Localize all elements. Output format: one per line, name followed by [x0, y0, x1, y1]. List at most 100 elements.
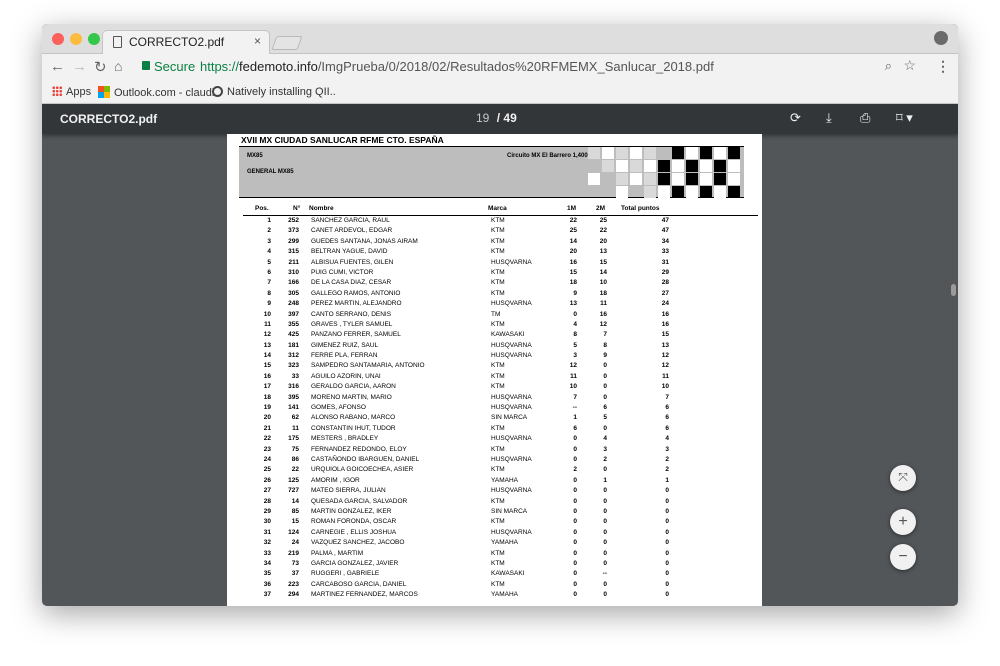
cell-number: 86 [291, 455, 299, 463]
table-row: 25 22 URQUIOLA GOICOECHEA, ASIER KTM 2 0 2 [227, 466, 762, 476]
cell-1m: 14 [569, 237, 577, 245]
cell-total: 34 [661, 237, 669, 245]
back-icon[interactable]: ← [50, 58, 65, 75]
close-window-button[interactable] [52, 33, 64, 45]
cell-pos: 14 [263, 352, 271, 360]
table-row: 7 166 DE LA CASA DIAZ, CESAR KTM 18 10 28 [227, 279, 762, 289]
cell-pos: 1 [267, 217, 271, 224]
current-page-input[interactable]: 19 [476, 111, 489, 125]
home-icon[interactable]: ⌂ [114, 58, 122, 74]
cell-total: 7 [665, 393, 669, 401]
cell-1m: 0 [573, 507, 577, 515]
table-row: 3 299 GUEDES SANTANA, JONAS AIRAM KTM 14 20 34 [227, 238, 762, 248]
cell-number: 37 [291, 570, 299, 578]
cell-brand: KTM [491, 237, 505, 245]
cell-name: CARCABOSO GARCIA, DANIEL [311, 580, 407, 588]
rotate-icon[interactable]: ⟳ [790, 110, 801, 126]
table-row: 17 316 GERALDO GARCIA, AARON KTM 10 0 10 [227, 383, 762, 393]
page-separator: / [496, 111, 501, 125]
cell-name: PALMA , MARTIM [311, 549, 364, 557]
apps-icon [52, 86, 62, 96]
reload-icon[interactable]: ↻ [94, 58, 107, 76]
bookmark-menu-icon[interactable]: ⌑ ▾ [896, 110, 913, 126]
cell-pos: 9 [267, 300, 271, 308]
table-row: 24 86 CASTAÑONDO IBARGUEN, DANIEL HUSQVARNA… [227, 456, 762, 466]
cell-name: PEREZ MARTIN, ALEJANDRO [311, 300, 402, 308]
cell-pos: 16 [263, 372, 271, 380]
cell-brand: SIN MARCA [491, 507, 528, 515]
cell-total: 24 [661, 300, 669, 308]
cell-1m: 5 [573, 341, 577, 349]
table-row: 33 219 PALMA , MARTIM KTM 0 0 0 [227, 550, 762, 560]
cell-brand: KTM [491, 289, 505, 297]
fit-to-page-button[interactable]: ⤧ [890, 465, 916, 491]
cell-1m: 22 [569, 217, 577, 224]
page-indicator: 19 / 49 [476, 111, 517, 125]
cell-2m: 0 [603, 539, 607, 547]
table-row: 9 248 PEREZ MARTIN, ALEJANDRO HUSQVARNA 13 11… [227, 300, 762, 310]
zoom-out-button[interactable]: − [890, 544, 916, 570]
cell-1m: 20 [569, 248, 577, 256]
bookmark-star-icon[interactable]: ☆ [903, 57, 916, 74]
cell-pos: 36 [263, 580, 271, 588]
cell-2m: 0 [603, 528, 607, 536]
cell-2m: 0 [603, 383, 607, 391]
table-row: 29 85 MARTIN GONZALEZ, IKER SIN MARCA 0 0 0 [227, 508, 762, 518]
zoom-in-button[interactable]: + [890, 509, 916, 535]
cell-number: 141 [288, 404, 299, 412]
table-row: 16 33 AGUILO AZORIN, UNAI KTM 11 0 11 [227, 373, 762, 383]
browser-menu-icon[interactable]: ⋮ [936, 58, 950, 75]
bookmark-qii[interactable]: Natively installing QII.. [212, 86, 336, 98]
cell-pos: 26 [263, 476, 271, 484]
address-bar[interactable]: Secure https://fedemoto.info/ImgPrueba/0… [138, 56, 938, 78]
download-icon[interactable]: ⤓ [826, 110, 832, 126]
zoom-icon[interactable]: ⌕ [885, 58, 892, 74]
cell-number: 85 [291, 507, 299, 515]
cell-2m: 2 [603, 455, 607, 463]
cell-2m: 8 [603, 341, 607, 349]
cell-brand: HUSQVARNA [491, 393, 532, 401]
bookmark-outlook[interactable]: Outlook.com - claudi.. [98, 86, 220, 99]
cell-number: 294 [288, 591, 299, 599]
cell-2m: 16 [599, 310, 607, 318]
total-pages: 49 [503, 111, 517, 125]
cell-pos: 29 [263, 507, 271, 515]
col-header-1m: 1M [567, 205, 577, 212]
profile-icon[interactable] [934, 31, 948, 45]
new-tab-button[interactable] [271, 36, 303, 50]
cell-brand: HUSQVARNA [491, 258, 532, 266]
cell-pos: 2 [267, 227, 271, 235]
cell-brand: KTM [491, 227, 505, 235]
cell-name: CANTO SERRANO, DENIS [311, 310, 392, 318]
cell-name: GALLEGO RAMOS, ANTONIO [311, 289, 401, 297]
cell-total: 6 [665, 404, 669, 412]
print-icon[interactable]: ⎙ [860, 110, 870, 126]
cell-pos: 37 [263, 591, 271, 599]
cell-pos: 18 [263, 393, 271, 401]
url-text[interactable]: https://fedemoto.info/ImgPrueba/0/2018/0… [200, 59, 714, 74]
minimize-window-button[interactable] [70, 33, 82, 45]
cell-number: 316 [288, 383, 299, 391]
forward-icon[interactable]: → [72, 58, 87, 75]
cell-number: 727 [288, 487, 299, 495]
scrollbar-thumb[interactable] [951, 284, 956, 296]
bookmark-apps[interactable]: Apps [52, 86, 91, 98]
header-divider [243, 215, 758, 216]
cell-2m: 14 [599, 268, 607, 276]
table-row: 32 24 VAZQUEZ SANCHEZ, JACOBO YAMAHA 0 0 0 [227, 539, 762, 549]
cell-brand: YAMAHA [491, 476, 518, 484]
cell-2m: 0 [603, 580, 607, 588]
cell-number: 15 [291, 518, 299, 526]
browser-tab[interactable]: CORRECTO2.pdf × [102, 30, 270, 54]
cell-pos: 21 [263, 424, 271, 432]
cell-number: 75 [291, 445, 299, 453]
cell-1m: 0 [573, 487, 577, 495]
cell-name: FERNANDEZ REDONDO, ELOY [311, 445, 407, 453]
table-row: 1 252 SANCHEZ GARCIA, RAUL KTM 22 25 47 [227, 217, 762, 227]
cell-total: 47 [661, 227, 669, 235]
cell-brand: KTM [491, 217, 505, 224]
tab-close-icon[interactable]: × [254, 34, 261, 48]
cell-pos: 28 [263, 497, 271, 505]
maximize-window-button[interactable] [88, 33, 100, 45]
url-path: /ImgPrueba/0/2018/02/Resultados%20RFMEMX… [317, 59, 714, 74]
